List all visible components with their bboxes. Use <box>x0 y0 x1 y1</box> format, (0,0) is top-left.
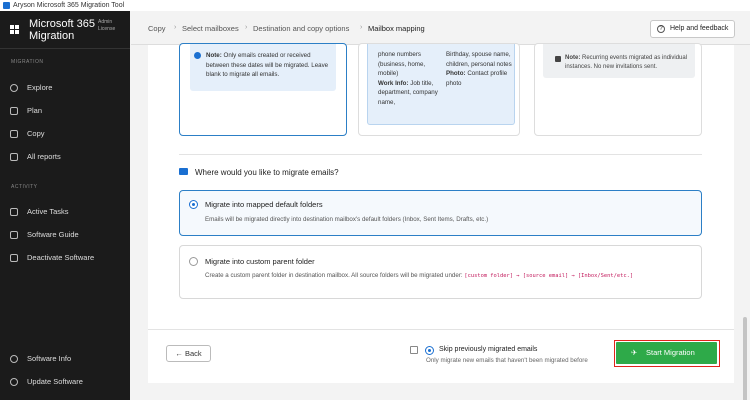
start-migration-button[interactable]: ✈ Start Migration <box>616 342 717 364</box>
photo-label: Photo: <box>446 70 466 77</box>
sidebar-item-label: Deactivate Software <box>27 253 95 262</box>
section-divider <box>179 154 702 155</box>
option-desc: Emails will be migrated directly into de… <box>205 216 489 223</box>
help-icon: ? <box>657 25 665 33</box>
date-note: Note: Only emails created or received be… <box>206 51 330 80</box>
sidebar-item-label: All reports <box>27 152 61 161</box>
update-icon <box>10 378 18 386</box>
guide-icon <box>10 231 18 239</box>
brand-title: Microsoft 365 Migration <box>29 18 96 42</box>
folder-path-code: [custom folder] → [source email] → [Inbo… <box>464 273 634 279</box>
option-desc: Create a custom parent folder in destina… <box>205 272 633 279</box>
contacts-phone-text: phone numbers (business, home, mobile) <box>378 51 426 77</box>
warning-icon <box>555 56 561 62</box>
note-text: Recurring events migrated as individual … <box>565 55 688 70</box>
contacts-col-right: Birthday, spouse name, children, persona… <box>446 50 512 88</box>
date-note-box: Note: Only emails created or received be… <box>190 44 336 91</box>
calendar-card[interactable]: Note: Recurring events migrated as indiv… <box>534 43 702 136</box>
skip-title: Skip previously migrated emails <box>439 346 538 353</box>
breadcrumb-destination-options[interactable]: Destination and copy options <box>253 24 349 33</box>
note-label: Note: <box>206 52 222 59</box>
note-text: Only emails created or received between … <box>206 52 329 78</box>
contacts-card[interactable]: phone numbers (business, home, mobile) W… <box>358 43 520 136</box>
plan-icon <box>10 107 18 115</box>
radio-default-folders[interactable] <box>189 200 198 209</box>
option-title: Migrate into custom parent folder <box>205 257 315 266</box>
option-default-folders[interactable]: Migrate into mapped default folders Emai… <box>179 190 702 236</box>
radio-custom-folder[interactable] <box>189 257 198 266</box>
help-feedback-button[interactable]: ? Help and feedback <box>650 20 735 38</box>
skip-radio[interactable] <box>425 346 434 355</box>
sidebar-item-label: Explore <box>27 83 53 92</box>
tasks-icon <box>10 208 18 216</box>
sidebar-item-all-reports[interactable]: All reports <box>0 149 130 165</box>
section-label-migration: MIGRATION <box>11 59 44 65</box>
calendar-note: Note: Recurring events migrated as indiv… <box>565 54 693 72</box>
help-button-label: Help and feedback <box>670 25 729 32</box>
breadcrumb-mailbox-mapping: Mailbox mapping <box>368 24 425 33</box>
info-icon <box>194 52 201 59</box>
sidebar-item-active-tasks[interactable]: Active Tasks <box>0 204 130 220</box>
sidebar-item-label: Plan <box>27 106 43 115</box>
back-button[interactable]: ← Back <box>166 345 211 362</box>
note-label: Note: <box>565 55 581 61</box>
option-desc-text: Create a custom parent folder in destina… <box>205 272 463 279</box>
contacts-col-left: phone numbers (business, home, mobile) W… <box>378 50 444 107</box>
chevron-right-icon: › <box>360 24 363 31</box>
deactivate-icon <box>10 254 18 262</box>
sidebar-item-label: Software Guide <box>27 230 79 239</box>
app-icon <box>3 2 10 9</box>
sidebar-item-update-software[interactable]: Update Software <box>0 374 130 390</box>
sidebar-item-label: Active Tasks <box>27 207 69 216</box>
sidebar-item-label: Update Software <box>27 377 83 386</box>
date-filter-card[interactable]: Note: Only emails created or received be… <box>179 43 347 136</box>
sidebar-item-software-guide[interactable]: Software Guide <box>0 227 130 243</box>
section-label-activity: ACTIVITY <box>11 184 38 190</box>
calendar-note-box: Note: Recurring events migrated as indiv… <box>543 44 695 78</box>
chevron-right-icon: › <box>174 24 177 31</box>
scrollbar[interactable] <box>740 45 750 400</box>
plane-icon: ✈ <box>631 348 638 357</box>
sidebar-item-plan[interactable]: Plan <box>0 103 130 119</box>
contacts-personal-text: Birthday, spouse name, children, persona… <box>446 51 512 68</box>
window-title: Aryson Microsoft 365 Migration Tool <box>13 2 125 9</box>
start-migration-label: Start Migration <box>646 348 695 357</box>
footer-bar: ← Back Skip previously migrated emails O… <box>148 329 734 383</box>
skip-checkbox[interactable] <box>410 346 418 354</box>
main-panel: Note: Only emails created or received be… <box>148 43 734 383</box>
migrate-question: Where would you like to migrate emails? <box>195 168 339 177</box>
option-custom-folder[interactable]: Migrate into custom parent folder Create… <box>179 245 702 299</box>
sidebar-item-software-info[interactable]: Software Info <box>0 351 130 367</box>
breadcrumb: Copy › Select mailboxes › Destination an… <box>131 11 750 45</box>
contacts-info-box: phone numbers (business, home, mobile) W… <box>367 44 515 125</box>
sidebar-item-copy[interactable]: Copy <box>0 126 130 142</box>
chevron-right-icon: › <box>245 24 248 31</box>
breadcrumb-select-mailboxes[interactable]: Select mailboxes <box>182 24 239 33</box>
sidebar-item-explore[interactable]: Explore <box>0 80 130 96</box>
start-migration-highlight: ✈ Start Migration <box>614 340 720 367</box>
reports-icon <box>10 153 18 161</box>
explore-icon <box>10 84 18 92</box>
folder-icon <box>179 168 188 175</box>
info-icon <box>10 355 18 363</box>
copy-icon <box>10 130 18 138</box>
breadcrumb-copy[interactable]: Copy <box>148 24 166 33</box>
skip-desc: Only migrate new emails that haven't bee… <box>426 357 588 364</box>
option-title: Migrate into mapped default folders <box>205 200 323 209</box>
sidebar: Microsoft 365 Migration Admin License MI… <box>0 11 130 400</box>
sidebar-item-label: Software Info <box>27 354 72 363</box>
license-label: Admin License <box>98 19 116 32</box>
windows-logo-icon <box>10 25 20 35</box>
sidebar-item-deactivate-software[interactable]: Deactivate Software <box>0 250 130 266</box>
sidebar-item-label: Copy <box>27 129 45 138</box>
scrollbar-thumb[interactable] <box>743 317 747 400</box>
window-titlebar: Aryson Microsoft 365 Migration Tool <box>0 0 750 11</box>
work-info-label: Work Info: <box>378 79 409 87</box>
brand: Microsoft 365 Migration Admin License <box>0 11 130 49</box>
